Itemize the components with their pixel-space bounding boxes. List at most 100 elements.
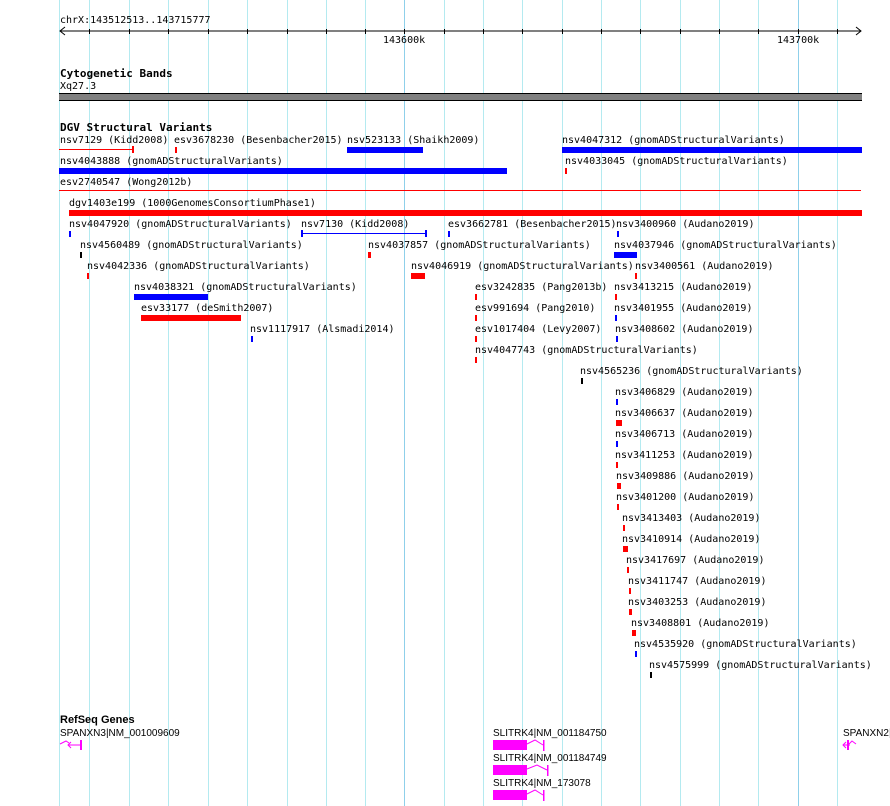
variant-end-cap[interactable] [425, 230, 427, 237]
variant-label[interactable]: nsv7129 (Kidd2008) [60, 135, 168, 146]
variant-bar[interactable] [69, 210, 862, 216]
variant-label[interactable]: nsv3403253 (Audano2019) [628, 597, 766, 608]
variant-bar[interactable] [411, 273, 425, 279]
variant-bar[interactable] [616, 462, 618, 468]
ruler-tick [758, 29, 759, 34]
variant-label[interactable]: nsv3408801 (Audano2019) [631, 618, 769, 629]
variant-bar[interactable] [59, 149, 133, 150]
variant-label[interactable]: nsv7130 (Kidd2008) [301, 219, 409, 230]
variant-label[interactable]: esv2740547 (Wong2012b) [60, 177, 192, 188]
variant-label[interactable]: nsv4047312 (gnomADStructuralVariants) [562, 135, 785, 146]
variant-label[interactable]: esv33177 (deSmith2007) [141, 303, 273, 314]
variant-label[interactable]: nsv4033045 (gnomADStructuralVariants) [565, 156, 788, 167]
variant-label[interactable]: nsv4560489 (gnomADStructuralVariants) [80, 240, 303, 251]
variant-bar[interactable] [617, 504, 619, 510]
variant-bar[interactable] [347, 147, 423, 153]
variant-bar[interactable] [251, 336, 253, 342]
variant-label[interactable]: nsv3401200 (Audano2019) [616, 492, 754, 503]
variant-label[interactable]: dgv1403e199 (1000GenomesConsortiumPhase1… [69, 198, 316, 209]
variant-label[interactable]: nsv4575999 (gnomADStructuralVariants) [649, 660, 872, 671]
variant-bar[interactable] [616, 336, 618, 342]
variant-bar[interactable] [475, 315, 477, 321]
variant-label[interactable]: nsv3411747 (Audano2019) [628, 576, 766, 587]
grid-line [522, 0, 523, 806]
variant-bar[interactable] [616, 441, 618, 447]
variant-label[interactable]: nsv4037946 (gnomADStructuralVariants) [614, 240, 837, 251]
variant-label[interactable]: esv3662781 (Besenbacher2015) [448, 219, 617, 230]
gene-label[interactable]: SLITRK4|NM_001184749 [493, 753, 607, 764]
variant-label[interactable]: nsv3400561 (Audano2019) [635, 261, 773, 272]
variant-bar[interactable] [69, 231, 71, 237]
variant-end-cap[interactable] [301, 230, 303, 237]
variant-bar[interactable] [134, 294, 208, 300]
variant-bar[interactable] [616, 399, 618, 405]
gene-label[interactable]: SPANXN3|NM_001009609 [60, 728, 180, 739]
variant-label[interactable]: esv3242835 (Pang2013b) [475, 282, 607, 293]
variant-label[interactable]: esv1017404 (Levy2007) [475, 324, 601, 335]
cytoband-bar[interactable] [59, 93, 862, 101]
variant-bar[interactable] [627, 567, 629, 573]
variant-bar[interactable] [475, 357, 477, 363]
variant-bar[interactable] [59, 190, 861, 191]
variant-end-cap[interactable] [132, 146, 134, 153]
variant-bar[interactable] [615, 315, 617, 321]
variant-bar[interactable] [565, 168, 567, 174]
variant-bar[interactable] [87, 273, 89, 279]
variant-label[interactable]: nsv4046919 (gnomADStructuralVariants) [411, 261, 634, 272]
variant-label[interactable]: nsv3400960 (Audano2019) [616, 219, 754, 230]
variant-bar[interactable] [617, 483, 621, 489]
variant-bar[interactable] [448, 231, 450, 237]
variant-label[interactable]: nsv4535920 (gnomADStructuralVariants) [634, 639, 857, 650]
variant-label[interactable]: nsv3411253 (Audano2019) [615, 450, 753, 461]
variant-label[interactable]: nsv3406713 (Audano2019) [615, 429, 753, 440]
variant-label[interactable]: nsv3410914 (Audano2019) [622, 534, 760, 545]
variant-bar[interactable] [581, 378, 583, 384]
variant-label[interactable]: nsv3401955 (Audano2019) [614, 303, 752, 314]
variant-bar[interactable] [635, 273, 637, 279]
variant-label[interactable]: nsv4042336 (gnomADStructuralVariants) [87, 261, 310, 272]
variant-label[interactable]: nsv3406637 (Audano2019) [615, 408, 753, 419]
variant-bar[interactable] [562, 147, 862, 153]
variant-label[interactable]: nsv4043888 (gnomADStructuralVariants) [60, 156, 283, 167]
variant-bar[interactable] [368, 252, 371, 258]
variant-bar[interactable] [141, 315, 241, 321]
grid-line [287, 0, 288, 806]
variant-bar[interactable] [629, 588, 631, 594]
gene-label[interactable]: SLITRK4|NM_173078 [493, 778, 591, 789]
ruler-tick [287, 29, 288, 34]
variant-label[interactable]: nsv3417697 (Audano2019) [626, 555, 764, 566]
variant-bar[interactable] [616, 420, 622, 426]
variant-label[interactable]: nsv4037857 (gnomADStructuralVariants) [368, 240, 591, 251]
variant-bar[interactable] [623, 546, 628, 552]
ruler-label-143700k: 143700k [777, 35, 820, 46]
variant-bar[interactable] [80, 252, 82, 258]
variant-label[interactable]: nsv4047920 (gnomADStructuralVariants) [69, 219, 292, 230]
variant-label[interactable]: nsv3413215 (Audano2019) [614, 282, 752, 293]
variant-bar[interactable] [475, 294, 477, 300]
variant-bar[interactable] [475, 336, 477, 342]
variant-label[interactable]: nsv3413403 (Audano2019) [622, 513, 760, 524]
variant-label[interactable]: nsv4038321 (gnomADStructuralVariants) [134, 282, 357, 293]
variant-bar[interactable] [623, 525, 625, 531]
variant-label[interactable]: nsv4047743 (gnomADStructuralVariants) [475, 345, 698, 356]
variant-bar[interactable] [59, 168, 507, 174]
variant-bar[interactable] [175, 147, 177, 153]
variant-bar[interactable] [615, 294, 617, 300]
variant-bar[interactable] [614, 252, 637, 258]
variant-bar[interactable] [617, 231, 619, 237]
variant-label[interactable]: esv3678230 (Besenbacher2015) [174, 135, 343, 146]
variant-label[interactable]: nsv523133 (Shaikh2009) [347, 135, 479, 146]
variant-label[interactable]: nsv3406829 (Audano2019) [615, 387, 753, 398]
gene-label[interactable]: SPANXN2| [843, 728, 890, 739]
variant-label[interactable]: nsv3408602 (Audano2019) [615, 324, 753, 335]
variant-bar[interactable] [629, 609, 632, 615]
variant-bar[interactable] [635, 651, 637, 657]
gene-label[interactable]: SLITRK4|NM_001184750 [493, 728, 607, 739]
variant-bar[interactable] [301, 233, 426, 234]
variant-bar[interactable] [632, 630, 636, 636]
variant-label[interactable]: nsv3409886 (Audano2019) [616, 471, 754, 482]
variant-bar[interactable] [650, 672, 652, 678]
variant-label[interactable]: esv991694 (Pang2010) [475, 303, 595, 314]
variant-label[interactable]: nsv4565236 (gnomADStructuralVariants) [580, 366, 803, 377]
variant-label[interactable]: nsv1117917 (Alsmadi2014) [250, 324, 395, 335]
